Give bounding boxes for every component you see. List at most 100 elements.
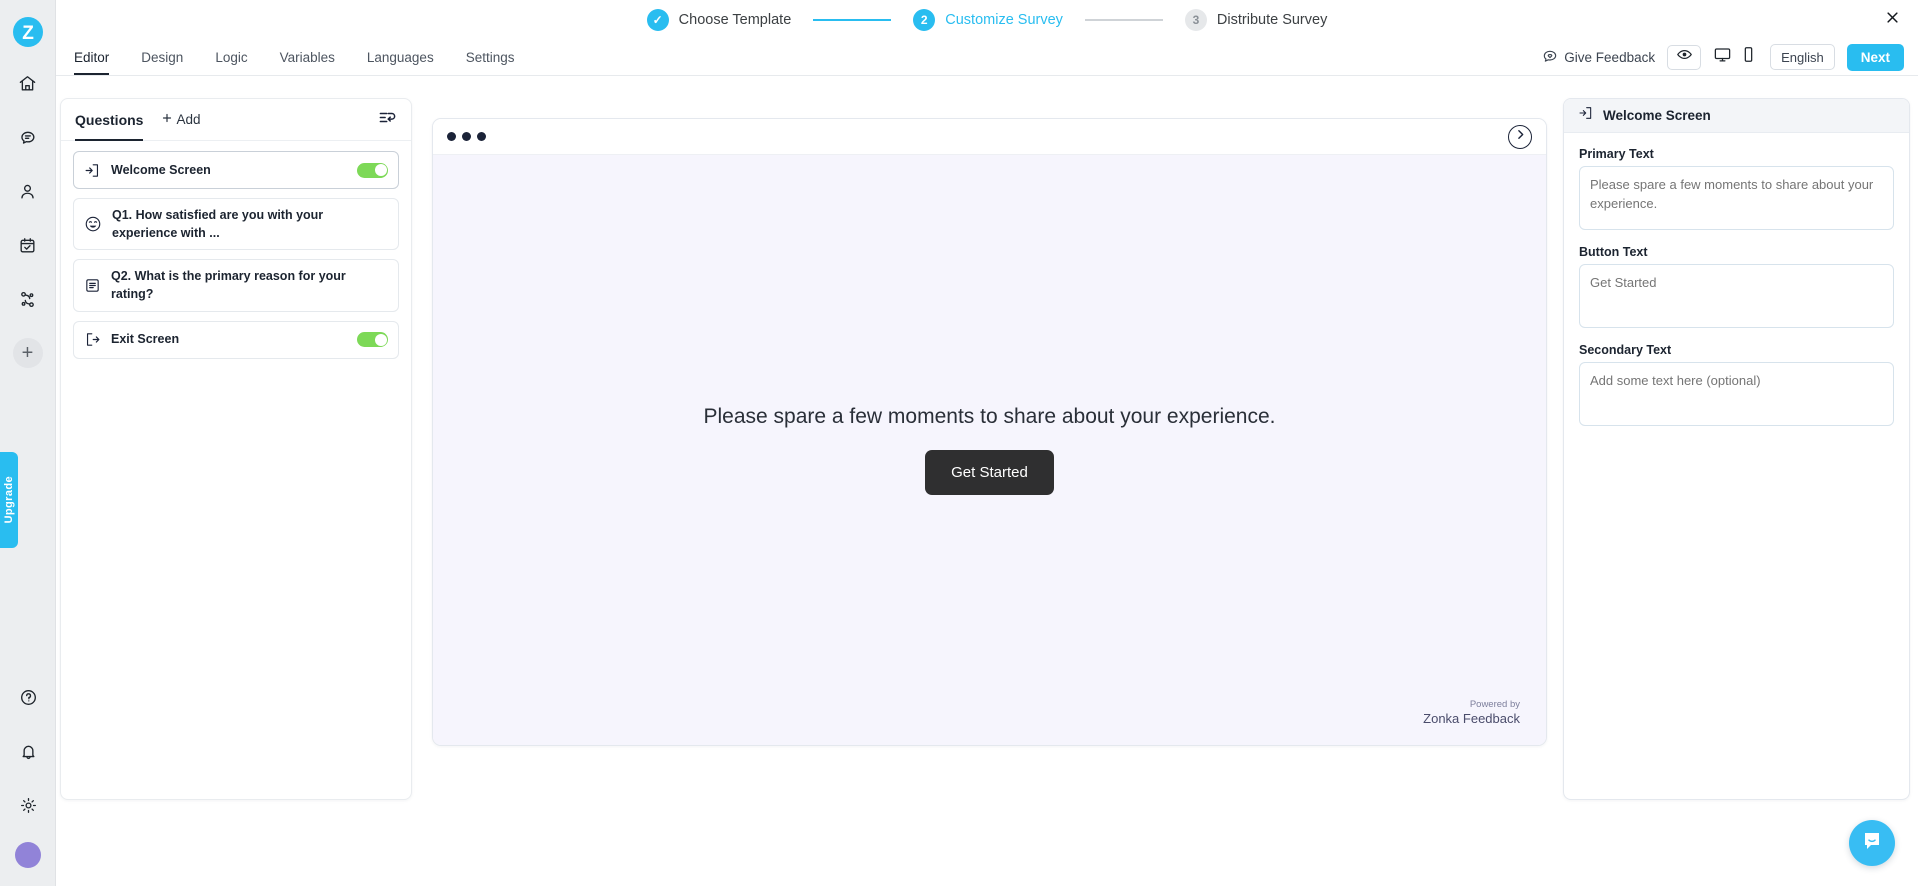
desktop-preview-button[interactable] <box>1713 45 1732 69</box>
plus-icon <box>161 112 173 127</box>
app-logo[interactable]: Z <box>8 12 48 52</box>
upgrade-tab[interactable]: Upgrade <box>0 452 18 548</box>
questions-panel: Questions Add Welcome Screen Q1. How sat… <box>60 98 412 800</box>
button-text-input[interactable] <box>1579 264 1894 328</box>
tab-settings[interactable]: Settings <box>450 39 531 75</box>
enter-door-icon <box>84 162 101 179</box>
secondary-text-label: Secondary Text <box>1579 343 1672 357</box>
give-feedback-label: Give Feedback <box>1564 49 1656 65</box>
question-item-welcome-screen[interactable]: Welcome Screen <box>73 151 399 189</box>
tab-editor-label: Editor <box>74 49 110 65</box>
rail-nav-list <box>11 66 45 316</box>
window-dot <box>462 132 471 141</box>
mobile-icon <box>1739 45 1758 69</box>
plus-icon: + <box>21 342 34 364</box>
tab-languages[interactable]: Languages <box>351 39 450 75</box>
tab-design[interactable]: Design <box>125 39 199 75</box>
tab-logic[interactable]: Logic <box>199 39 263 75</box>
properties-panel-header: Welcome Screen <box>1564 99 1909 133</box>
properties-panel-title: Welcome Screen <box>1603 108 1711 123</box>
preview-primary-text: Please spare a few moments to share abou… <box>703 405 1276 428</box>
question-item-q1[interactable]: Q1. How satisfied are you with your expe… <box>73 198 399 251</box>
rail-item-tasks[interactable] <box>11 228 45 262</box>
exit-door-icon <box>84 331 101 348</box>
rail-item-help[interactable] <box>11 680 45 714</box>
help-icon <box>19 688 38 707</box>
questions-panel-header: Questions Add <box>61 99 411 141</box>
feedback-heart-icon <box>1542 48 1558 67</box>
questions-tab[interactable]: Questions <box>75 99 144 141</box>
button-text-field-group: Button Text <box>1579 245 1894 333</box>
eye-icon <box>1676 46 1693 68</box>
rail-item-contacts[interactable] <box>11 174 45 208</box>
step-label-3: Distribute Survey <box>1216 11 1328 28</box>
welcome-screen-toggle[interactable] <box>357 162 388 178</box>
rail-item-chat[interactable] <box>11 120 45 154</box>
give-feedback-button[interactable]: Give Feedback <box>1542 48 1655 67</box>
preview-next-button[interactable] <box>1508 124 1532 149</box>
window-dots <box>447 132 486 141</box>
tab-bar: Editor Design Logic Variables Languages … <box>56 39 1918 76</box>
tab-settings-label: Settings <box>465 49 515 65</box>
question-label: Q1. How satisfied are you with your expe… <box>112 208 324 241</box>
avatar[interactable] <box>15 842 41 868</box>
next-button[interactable]: Next <box>1846 43 1904 71</box>
step-choose-template[interactable]: ✓ Choose Template <box>646 8 792 31</box>
left-rail: Z + Upgrade <box>0 0 56 886</box>
secondary-text-field-group: Secondary Text <box>1579 343 1894 431</box>
language-label: English <box>1781 49 1824 65</box>
powered-by-branding: Powered by Zonka Feedback <box>1423 699 1520 727</box>
primary-text-field-group: Primary Text <box>1579 147 1894 235</box>
rail-item-workflow[interactable] <box>11 282 45 316</box>
chat-launcher-button[interactable] <box>1849 820 1895 866</box>
primary-text-input[interactable] <box>1579 166 1894 230</box>
add-question-button[interactable]: Add <box>161 112 201 127</box>
question-label: Welcome Screen <box>111 162 211 177</box>
question-item-exit-screen[interactable]: Exit Screen <box>73 320 399 359</box>
exit-screen-toggle[interactable] <box>357 332 388 347</box>
enter-door-icon <box>1578 105 1594 126</box>
chat-icon <box>18 128 37 147</box>
chat-bubble-icon <box>1860 829 1884 858</box>
tab-variables-label: Variables <box>279 49 335 65</box>
secondary-text-input[interactable] <box>1579 362 1894 426</box>
preview-browser-bar <box>433 119 1546 155</box>
language-selector[interactable]: English <box>1770 44 1835 70</box>
tab-variables[interactable]: Variables <box>264 39 351 75</box>
tab-editor[interactable]: Editor <box>58 39 125 75</box>
device-preview-group <box>1713 45 1758 69</box>
tab-design-label: Design <box>141 49 184 65</box>
step-label-2: Customize Survey <box>945 11 1063 28</box>
gear-icon <box>19 796 38 815</box>
reorder-questions-button[interactable] <box>378 108 397 132</box>
step-distribute-survey[interactable]: 3 Distribute Survey <box>1184 8 1328 31</box>
rail-item-notifications[interactable] <box>11 734 45 768</box>
rail-bottom-group <box>0 680 56 868</box>
svg-text:Z: Z <box>22 23 34 44</box>
survey-preview: Please spare a few moments to share abou… <box>432 118 1547 746</box>
preview-button[interactable] <box>1667 44 1702 70</box>
step-connector-1 <box>813 18 892 21</box>
tab-list: Editor Design Logic Variables Languages … <box>56 39 530 75</box>
tab-languages-label: Languages <box>366 49 434 65</box>
mobile-preview-button[interactable] <box>1739 45 1758 69</box>
step-customize-survey[interactable]: 2 Customize Survey <box>913 8 1063 31</box>
rail-item-settings[interactable] <box>11 788 45 822</box>
add-question-label: Add <box>176 112 201 127</box>
rail-item-home[interactable] <box>11 66 45 100</box>
properties-panel: Welcome Screen Primary Text Button Text … <box>1563 98 1910 800</box>
close-button[interactable] <box>1880 8 1904 32</box>
upgrade-label: Upgrade <box>3 476 15 524</box>
powered-by-label: Powered by <box>1469 698 1520 710</box>
question-label: Exit Screen <box>111 332 180 347</box>
tab-logic-label: Logic <box>215 49 248 65</box>
tasks-icon <box>18 236 37 255</box>
brand-name-label: Zonka Feedback <box>1423 710 1520 726</box>
rail-add-button[interactable]: + <box>12 338 43 368</box>
step-badge-3: 3 <box>1184 8 1207 31</box>
preview-get-started-button[interactable]: Get Started <box>925 450 1054 495</box>
step-label-1: Choose Template <box>678 11 792 28</box>
chevron-right-icon <box>1514 128 1527 146</box>
top-bar: ✓ Choose Template 2 Customize Survey 3 D… <box>56 0 1918 39</box>
question-item-q2[interactable]: Q2. What is the primary reason for your … <box>73 259 399 312</box>
